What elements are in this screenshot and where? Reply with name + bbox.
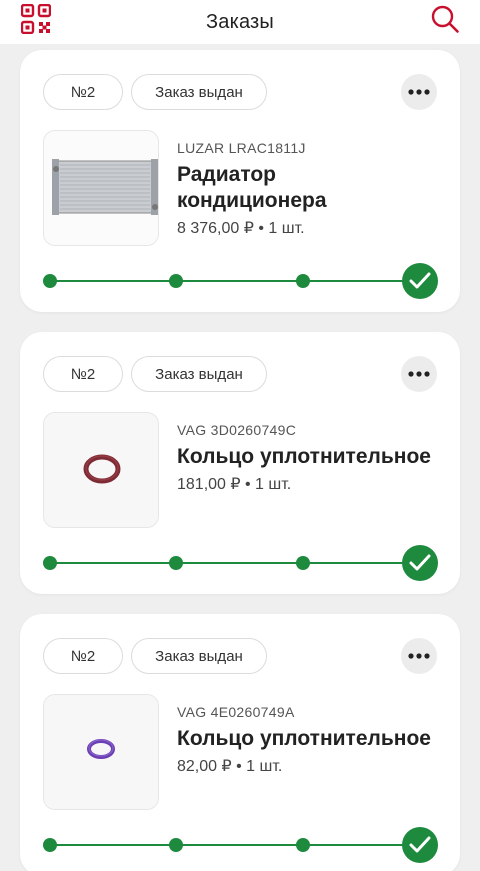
- product-title[interactable]: Кольцо уплотнительное: [177, 726, 457, 752]
- o-ring-red-image: [44, 413, 158, 527]
- product-price-qty: 8 376,00 ₽ • 1 шт.: [177, 220, 305, 237]
- radiator-image: [44, 131, 158, 245]
- more-options-button[interactable]: [401, 356, 437, 392]
- progress-step-dot: [169, 274, 183, 288]
- app-header: Заказы: [0, 0, 480, 44]
- product-info: VAG 3D0260749C Кольцо уплотнительное 181…: [177, 422, 457, 494]
- more-dots-icon: [408, 371, 430, 377]
- progress-step-dot: [169, 556, 183, 570]
- order-status-badge: Заказ выдан: [131, 638, 267, 674]
- order-number-badge: №2: [43, 356, 123, 392]
- o-ring-purple-image: [44, 695, 158, 809]
- more-options-button[interactable]: [401, 74, 437, 110]
- product-title[interactable]: Радиатор кондиционера: [177, 162, 377, 214]
- product-title[interactable]: Кольцо уплотнительное: [177, 444, 457, 470]
- product-image[interactable]: [43, 694, 159, 810]
- search-icon[interactable]: [430, 4, 460, 34]
- progress-step-dot: [43, 838, 57, 852]
- page-title: Заказы: [205, 10, 275, 33]
- progress-step-dot: [169, 838, 183, 852]
- product-price-qty: 82,00 ₽ • 1 шт.: [177, 758, 283, 775]
- product-image[interactable]: [43, 412, 159, 528]
- progress-step-dot: [43, 556, 57, 570]
- product-info: VAG 4E0260749A Кольцо уплотнительное 82,…: [177, 704, 457, 776]
- order-status-badge: Заказ выдан: [131, 356, 267, 392]
- order-number-badge: №2: [43, 638, 123, 674]
- order-progress-track: [43, 827, 438, 863]
- product-info: LUZAR LRAC1811J Радиатор кондиционера 8 …: [177, 140, 457, 238]
- order-number-badge: №2: [43, 74, 123, 110]
- order-card[interactable]: №2 Заказ выдан VAG 4E0260749A Кольцо упл…: [20, 614, 460, 871]
- product-brand-article: VAG 3D0260749C: [177, 422, 297, 438]
- product-image[interactable]: [43, 130, 159, 246]
- progress-step-dot: [296, 274, 310, 288]
- progress-complete-check-icon: [402, 263, 438, 299]
- order-card[interactable]: №2 Заказ выдан VAG 3D0260749C Кольцо упл…: [20, 332, 460, 594]
- product-brand-article: LUZAR LRAC1811J: [177, 140, 306, 156]
- product-price-qty: 181,00 ₽ • 1 шт.: [177, 476, 292, 493]
- progress-step-dot: [296, 556, 310, 570]
- progress-step-dot: [296, 838, 310, 852]
- qr-code-icon[interactable]: [20, 3, 52, 35]
- order-progress-track: [43, 263, 438, 299]
- more-dots-icon: [408, 89, 430, 95]
- product-brand-article: VAG 4E0260749A: [177, 704, 295, 720]
- more-dots-icon: [408, 653, 430, 659]
- order-progress-track: [43, 545, 438, 581]
- order-status-badge: Заказ выдан: [131, 74, 267, 110]
- progress-complete-check-icon: [402, 545, 438, 581]
- more-options-button[interactable]: [401, 638, 437, 674]
- progress-step-dot: [43, 274, 57, 288]
- progress-complete-check-icon: [402, 827, 438, 863]
- order-card[interactable]: №2 Заказ выдан LUZAR LRAC1811J Радиатор …: [20, 50, 460, 312]
